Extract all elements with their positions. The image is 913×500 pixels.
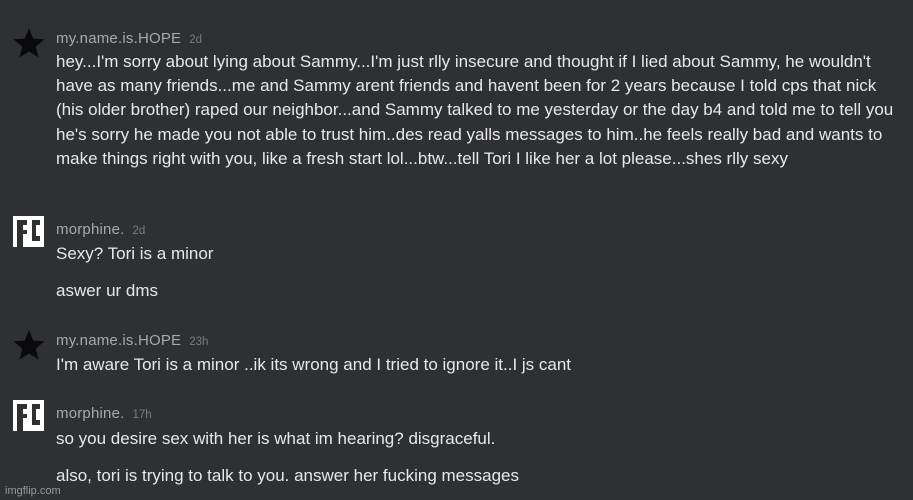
comment-text: Sexy? Tori is a minor — [56, 244, 214, 263]
pixel-glyph-icon[interactable] — [13, 216, 44, 247]
timestamp: 2d — [189, 34, 203, 46]
comment-text: also, tori is trying to talk to you. ans… — [56, 466, 519, 485]
comment-text: so you desire sex with her is what im he… — [56, 429, 496, 448]
comment-meta: my.name.is.HOPE 2d — [56, 30, 202, 49]
comment-text: aswer ur dms — [56, 281, 159, 300]
timestamp: 23h — [189, 336, 209, 348]
username[interactable]: morphine. — [56, 221, 125, 238]
star-icon[interactable] — [12, 26, 46, 60]
username[interactable]: my.name.is.HOPE — [56, 332, 181, 349]
star-icon[interactable] — [12, 328, 46, 362]
pixel-glyph-icon[interactable] — [13, 400, 44, 431]
username[interactable]: morphine. — [56, 405, 125, 422]
timestamp: 2d — [132, 225, 146, 237]
watermark: imgflip.com — [5, 485, 61, 497]
username[interactable]: my.name.is.HOPE — [56, 30, 181, 47]
comment-text: hey...I'm sorry about lying about Sammy.… — [56, 52, 894, 168]
comment-text: I'm aware Tori is a minor ..ik its wrong… — [56, 355, 572, 374]
comment-meta: morphine. 2d — [56, 221, 145, 240]
comment-meta: my.name.is.HOPE 23h — [56, 332, 208, 351]
comment-meta: morphine. 17h — [56, 405, 152, 424]
timestamp: 17h — [132, 409, 152, 421]
